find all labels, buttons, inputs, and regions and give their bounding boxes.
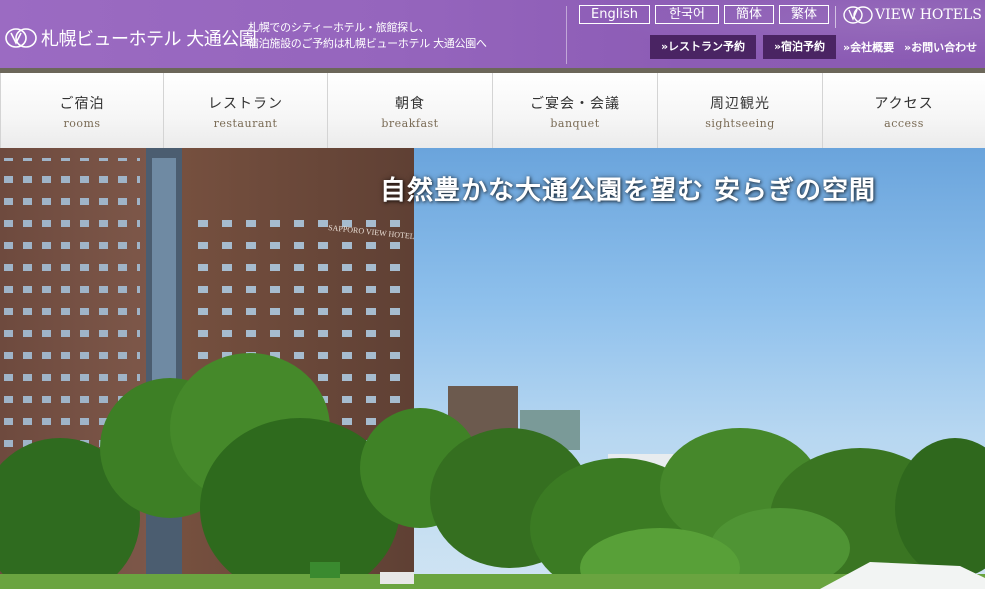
hero-caption: 自然豊かな大通公園を望む 安らぎの空間: [380, 176, 877, 206]
nav-item-breakfast[interactable]: 朝食 breakfast: [328, 73, 493, 148]
nav-label-jp: アクセス: [874, 96, 934, 112]
header-divider: [566, 6, 567, 64]
site-logo[interactable]: 札幌ビューホテル 大通公園: [4, 25, 257, 51]
nav-item-sightseeing[interactable]: 周辺観光 sightseeing: [658, 73, 823, 148]
nav-item-restaurant[interactable]: レストラン restaurant: [164, 73, 328, 148]
nav-item-rooms[interactable]: ご宿泊 rooms: [0, 73, 164, 148]
nav-label-en: banquet: [550, 117, 600, 130]
tagline-line-2: 宿泊施設のご予約は札幌ビューホテル 大通公園へ: [248, 37, 487, 50]
nav-label-en: sightseeing: [705, 117, 775, 130]
lang-english-button[interactable]: English: [579, 5, 650, 24]
contact-link[interactable]: »お問い合わせ: [904, 39, 977, 55]
brand-divider: [835, 6, 836, 28]
nav-label-jp: 朝食: [395, 96, 425, 112]
view-hotels-logo-icon: [5, 28, 37, 48]
nav-item-access[interactable]: アクセス access: [823, 73, 985, 148]
company-overview-link[interactable]: »会社概要: [843, 39, 894, 55]
view-hotels-brand-icon: [843, 6, 873, 24]
nav-label-jp: レストラン: [208, 96, 283, 112]
main-nav: ご宿泊 rooms レストラン restaurant 朝食 breakfast …: [0, 73, 985, 148]
nav-label-jp: ご宴会・会議: [530, 96, 620, 112]
nav-label-jp: ご宿泊: [59, 96, 105, 112]
lang-traditional-chinese-button[interactable]: 繁体: [779, 5, 829, 24]
view-hotels-brand[interactable]: VIEW HOTELS: [843, 5, 982, 25]
nav-item-banquet[interactable]: ご宴会・会議 banquet: [493, 73, 658, 148]
restaurant-reservation-button[interactable]: »レストラン予約: [650, 35, 756, 59]
nav-label-en: access: [884, 117, 924, 130]
nav-label-jp: 周辺観光: [710, 96, 770, 112]
stay-reservation-button[interactable]: »宿泊予約: [763, 35, 836, 59]
hero-image: SAPPORO VIEW HOTEL 自然豊かな大通公園を望む 安らぎの空間: [0, 148, 985, 589]
lang-simplified-chinese-button[interactable]: 簡体: [724, 5, 774, 24]
hotel-park-illustration: SAPPORO VIEW HOTEL: [0, 148, 985, 589]
lang-korean-button[interactable]: 한국어: [655, 5, 719, 24]
logo-text: 札幌ビューホテル 大通公園: [41, 29, 257, 50]
nav-label-en: rooms: [63, 117, 101, 130]
tagline-line-1: 札幌でのシティーホテル・旅館探し、: [248, 21, 430, 34]
site-header: 札幌ビューホテル 大通公園 札幌でのシティーホテル・旅館探し、 宿泊施設のご予約…: [0, 0, 985, 68]
header-tagline: 札幌でのシティーホテル・旅館探し、 宿泊施設のご予約は札幌ビューホテル 大通公園…: [248, 20, 487, 52]
nav-label-en: breakfast: [381, 117, 439, 130]
nav-label-en: restaurant: [213, 117, 278, 130]
view-hotels-text: VIEW HOTELS: [875, 7, 982, 23]
